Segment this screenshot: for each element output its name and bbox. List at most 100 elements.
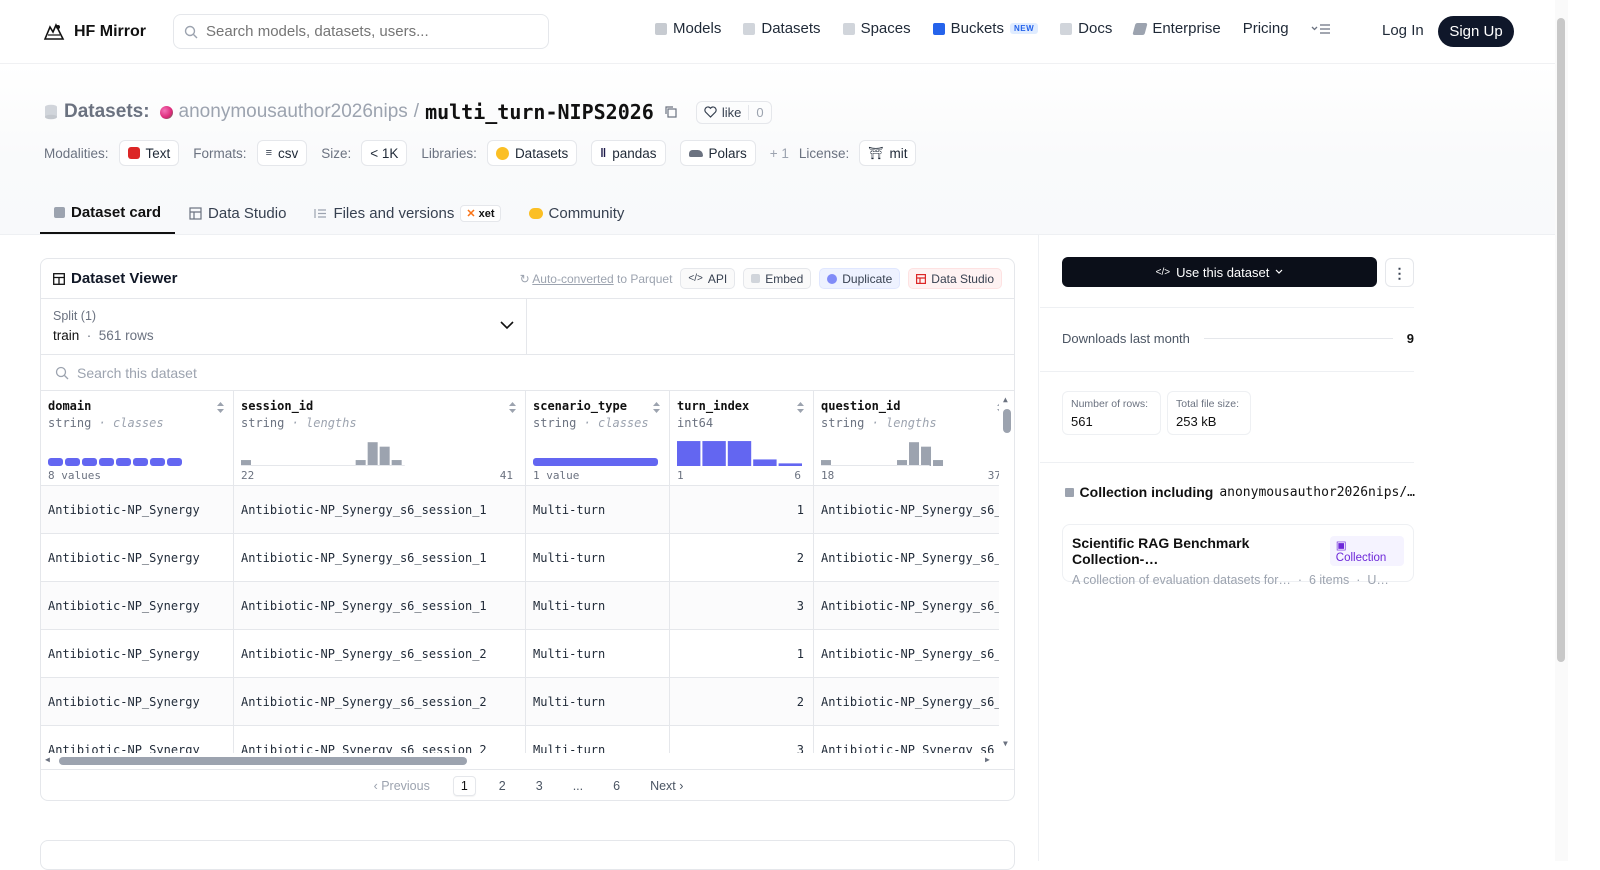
global-search[interactable] [173, 14, 549, 49]
table-cell[interactable]: 2 [670, 534, 814, 582]
table-cell[interactable]: Antibiotic-NP_Synergy [41, 582, 234, 630]
scroll-left-arrow[interactable]: ◀ [45, 755, 50, 764]
nav-datasets[interactable]: Datasets [743, 20, 821, 37]
table-cell[interactable]: Antibiotic-NP_Synergy_s6_session_1 [234, 486, 526, 534]
table-cell[interactable]: 2 [670, 678, 814, 726]
table-cell[interactable]: Multi-turn [526, 630, 670, 678]
histogram-bar[interactable] [909, 442, 920, 466]
histogram-bar[interactable] [677, 441, 701, 466]
table-cell[interactable]: Antibiotic-NP_Synergy_s6_ [814, 534, 1014, 582]
page-6[interactable]: 6 [606, 777, 627, 795]
library-chip-polars[interactable]: Polars [679, 140, 756, 166]
table-cell[interactable]: Multi-turn [526, 678, 670, 726]
scroll-down-arrow[interactable]: ▼ [1003, 739, 1008, 748]
tab-data-studio[interactable]: Data Studio [175, 193, 300, 234]
histogram-bar[interactable] [727, 441, 752, 466]
histogram-bar[interactable] [48, 458, 63, 466]
sort-icon[interactable] [796, 401, 805, 414]
copy-icon[interactable] [664, 105, 678, 119]
horizontal-scroll-thumb[interactable] [59, 757, 467, 765]
table-cell[interactable]: Antibiotic-NP_Synergy_s6_session_1 [234, 582, 526, 630]
table-cell[interactable]: Antibiotic-NP_Synergy_s6_ [814, 486, 1014, 534]
table-cell[interactable]: Antibiotic-NP_Synergy [41, 534, 234, 582]
tab-dataset-card[interactable]: Dataset card [40, 193, 176, 234]
like-button[interactable]: like 0 [695, 100, 772, 124]
format-chip-csv[interactable]: ≡ csv [256, 140, 308, 166]
more-libraries[interactable]: + 1 [770, 146, 789, 161]
histogram-bar[interactable] [933, 460, 944, 466]
histogram-bar[interactable] [753, 459, 777, 466]
table-cell[interactable]: Multi-turn [526, 486, 670, 534]
table-cell[interactable]: 1 [670, 486, 814, 534]
page-2[interactable]: 2 [492, 777, 513, 795]
sort-icon[interactable] [508, 401, 517, 414]
table-cell[interactable]: Multi-turn [526, 582, 670, 630]
tab-community[interactable]: Community [515, 193, 639, 234]
table-cell[interactable]: 1 [670, 630, 814, 678]
nav-more-menu[interactable] [1311, 23, 1331, 35]
nav-spaces[interactable]: Spaces [842, 20, 911, 37]
histogram-bar[interactable] [379, 446, 390, 466]
split-dropdown[interactable]: Split (1) train · 561 rows [41, 299, 527, 354]
histogram-bar[interactable] [167, 458, 182, 466]
histogram-bar[interactable] [133, 458, 148, 466]
histogram-bar[interactable] [65, 458, 80, 466]
more-options-button[interactable]: ⋮ [1385, 258, 1414, 287]
histogram-bar[interactable] [778, 463, 802, 466]
histogram-bar[interactable] [150, 458, 165, 466]
prev-page-button[interactable]: ‹ Previous [367, 777, 437, 795]
nav-buckets[interactable]: Buckets NEW [932, 20, 1039, 37]
column-header-domain[interactable]: domain string · classes 8 values [41, 391, 234, 486]
column-header-session-id[interactable]: session_id string · lengths 22 41 [234, 391, 526, 486]
api-button[interactable]: </> API [680, 268, 736, 289]
modality-chip-text[interactable]: Text [118, 140, 180, 166]
scroll-right-arrow[interactable]: ▶ [985, 755, 990, 764]
column-header-question-id[interactable]: question_id string · lengths 18 37 [814, 391, 1014, 486]
next-page-button[interactable]: Next › [643, 777, 690, 795]
column-histogram[interactable] [821, 431, 1001, 466]
data-studio-button[interactable]: Data Studio [908, 268, 1002, 289]
tab-files-versions[interactable]: Files and versions ✕ xet [300, 193, 514, 234]
table-cell[interactable]: Antibiotic-NP_Synergy_s6_session_2 [234, 678, 526, 726]
library-chip-pandas[interactable]: ‖ pandas [591, 140, 666, 166]
column-header-scenario-type[interactable]: scenario_type string · classes 1 value [526, 391, 670, 486]
collection-card[interactable]: Scientific RAG Benchmark Collection-… ▣ C… [1062, 524, 1414, 587]
duplicate-button[interactable]: Duplicate [819, 268, 901, 289]
scroll-up-arrow[interactable]: ▲ [1003, 395, 1008, 404]
login-link[interactable]: Log In [1382, 22, 1424, 39]
sort-icon[interactable] [216, 401, 225, 414]
table-cell[interactable]: Antibiotic-NP_Synergy_s6_ [814, 678, 1014, 726]
column-histogram[interactable] [533, 431, 658, 466]
column-histogram[interactable] [677, 431, 802, 466]
column-histogram[interactable] [48, 431, 221, 466]
use-this-dataset-button[interactable]: </> Use this dataset [1062, 257, 1377, 287]
table-cell[interactable]: Antibiotic-NP_Synergy_s6_ [814, 582, 1014, 630]
brand-logo[interactable]: HF Mirror [42, 20, 146, 44]
histogram-bar[interactable] [99, 458, 114, 466]
column-header-turn-index[interactable]: turn_index int64 1 6 [670, 391, 814, 486]
table-cell[interactable]: Antibiotic-NP_Synergy_s6_ [814, 630, 1014, 678]
table-cell[interactable]: Antibiotic-NP_Synergy_s6_session_2 [234, 630, 526, 678]
sort-icon[interactable] [652, 401, 661, 414]
license-chip[interactable]: ⛩ mit [859, 140, 917, 166]
histogram-bar[interactable] [367, 442, 378, 466]
histogram-bar[interactable] [116, 458, 131, 466]
vertical-scroll-thumb[interactable] [1003, 409, 1011, 433]
owner-link[interactable]: anonymousauthor2026nips [179, 101, 408, 123]
table-cell[interactable]: Antibiotic-NP_Synergy [41, 630, 234, 678]
page-scrollbar-thumb[interactable] [1557, 18, 1565, 662]
nav-enterprise[interactable]: Enterprise [1132, 20, 1221, 37]
global-search-input[interactable] [206, 23, 526, 40]
table-cell[interactable]: Multi-turn [526, 534, 670, 582]
table-cell[interactable]: 3 [670, 582, 814, 630]
size-chip[interactable]: < 1K [361, 140, 408, 166]
column-histogram[interactable] [241, 431, 513, 466]
histogram-bar[interactable] [82, 458, 97, 466]
grid-horizontal-scrollbar[interactable]: ◀ ▶ [41, 753, 1014, 769]
embed-button[interactable]: Embed [743, 268, 812, 289]
grid-vertical-scrollbar[interactable]: ▲ ▼ [999, 391, 1014, 753]
nav-pricing[interactable]: Pricing [1243, 20, 1289, 37]
histogram-bar[interactable] [702, 441, 726, 466]
histogram-bar[interactable] [921, 446, 932, 466]
page-3[interactable]: 3 [529, 777, 550, 795]
